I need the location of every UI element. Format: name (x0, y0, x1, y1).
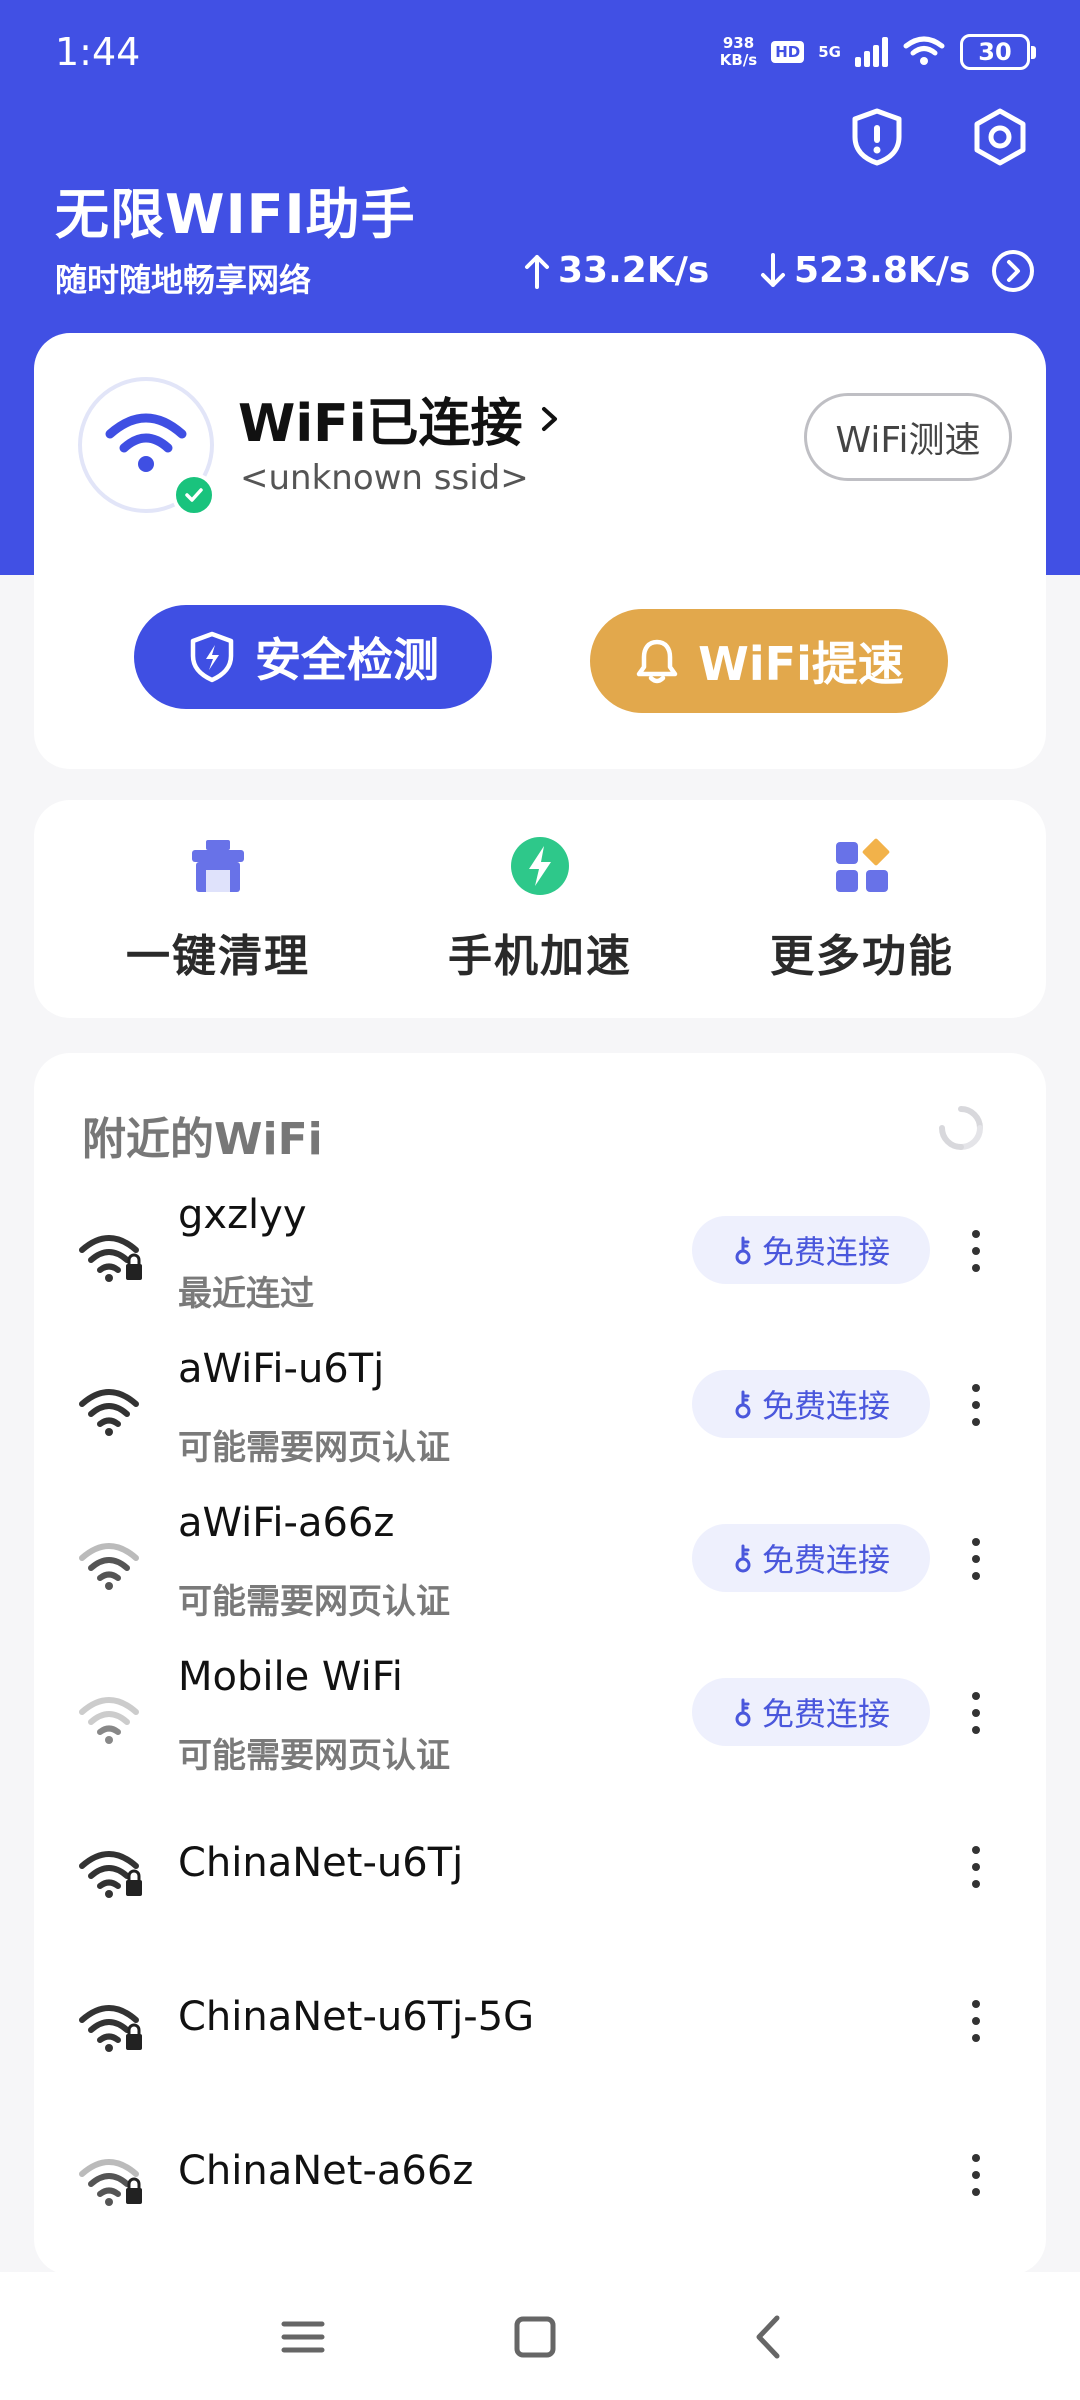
security-check-button[interactable]: 安全检测 (134, 605, 492, 709)
free-connect-button[interactable]: 免费连接 (692, 1216, 930, 1284)
wifi-name: aWiFi-a66z (178, 1500, 395, 1546)
wifi-status: 可能需要网页认证 (178, 1582, 450, 1622)
download-speed: 523.8K/s (758, 250, 970, 291)
status-time: 1:44 (55, 30, 141, 74)
key-icon (735, 1236, 751, 1265)
more-options-icon[interactable] (964, 1688, 988, 1738)
wifi-list-item[interactable]: ChinaNet-a66z (34, 2112, 1046, 2266)
wifi-status: 可能需要网页认证 (178, 1428, 450, 1468)
wifi-signal-icon (79, 1389, 139, 1436)
wifi-signal-icon (79, 2159, 142, 2206)
wifi-signal-icon (79, 1235, 142, 1282)
menu-icon[interactable] (268, 2302, 338, 2372)
free-connect-button[interactable]: 免费连接 (692, 1370, 930, 1438)
bell-icon (636, 639, 678, 684)
security-shield-icon[interactable] (845, 105, 909, 169)
app-title: 无限WIFI助手 (55, 183, 416, 246)
arrow-down-icon (761, 252, 785, 287)
more-options-icon[interactable] (964, 1996, 988, 2046)
wifi-boost-button[interactable]: WiFi提速 (590, 609, 948, 713)
wifi-name: aWiFi-u6Tj (178, 1346, 385, 1392)
wifi-name: gxzlyy (178, 1192, 307, 1238)
clean-box-icon (192, 840, 244, 892)
system-nav-bar (0, 2272, 1080, 2400)
network-speed-indicator: 938 KB/s (719, 34, 758, 69)
arrow-up-icon (525, 254, 549, 289)
quick-tools-card: 一键清理 手机加速 更多功能 (34, 800, 1046, 1018)
back-icon[interactable] (735, 2302, 805, 2372)
chevron-right-circle-icon[interactable] (990, 248, 1036, 294)
app-subtitle: 随时随地畅享网络 (55, 261, 312, 299)
wifi-list-item[interactable]: ChinaNet-u6Tj (34, 1804, 1046, 1958)
more-options-icon[interactable] (964, 1226, 988, 1276)
refresh-icon[interactable] (936, 1103, 986, 1153)
more-options-icon[interactable] (964, 1380, 988, 1430)
check-icon (172, 473, 216, 517)
wifi-signal-icon (79, 1697, 139, 1744)
more-options-icon[interactable] (964, 2150, 988, 2200)
key-icon (735, 1544, 751, 1573)
shield-bolt-icon (190, 631, 234, 683)
wifi-name: ChinaNet-u6Tj-5G (178, 1994, 535, 2040)
wifi-list-item[interactable]: gxzlyy 最近连过 免费连接 (34, 1188, 1046, 1342)
grid-apps-icon (836, 838, 890, 892)
key-icon (735, 1698, 751, 1727)
connection-status[interactable]: WiFi已连接 (238, 381, 563, 456)
wifi-status: 可能需要网页认证 (178, 1736, 450, 1776)
connected-ssid: <unknown ssid> (240, 458, 529, 498)
wifi-signal-icon (79, 1543, 139, 1590)
tool-one-key-clean[interactable]: 一键清理 (68, 836, 368, 984)
wifi-icon (105, 413, 187, 472)
wifi-status-icon (903, 36, 945, 65)
nearby-wifi-card: 附近的WiFi gxzlyy 最近连过 免费连接 aWiFi-u6Tj 可能需要网页认证… (34, 1053, 1046, 2275)
hd-badge: HD (771, 41, 805, 63)
free-connect-button[interactable]: 免费连接 (692, 1524, 930, 1592)
wifi-speedtest-button[interactable]: WiFi测速 (804, 393, 1012, 481)
wifi-signal-icon (79, 2005, 142, 2052)
battery-icon: 30 (960, 34, 1036, 70)
wifi-list-item[interactable]: ChinaNet-u6Tj-5G (34, 1958, 1046, 2112)
wifi-status: 最近连过 (178, 1274, 314, 1314)
upload-speed: 33.2K/s (522, 250, 709, 291)
signal-icon (855, 37, 888, 67)
connection-card: WiFi已连接 <unknown ssid> WiFi测速 安全检测 WiFi提… (34, 333, 1046, 769)
wifi-list-item[interactable]: Mobile WiFi 可能需要网页认证 免费连接 (34, 1650, 1046, 1804)
wifi-name: Mobile WiFi (178, 1654, 403, 1700)
status-indicators: 938 KB/s HD 5G 30 (719, 30, 1036, 74)
wifi-list-item[interactable]: aWiFi-a66z 可能需要网页认证 免费连接 (34, 1496, 1046, 1650)
more-options-icon[interactable] (964, 1534, 988, 1584)
wifi-name: ChinaNet-u6Tj (178, 1840, 464, 1886)
tool-phone-boost[interactable]: 手机加速 (390, 836, 690, 984)
status-bar: 1:44 938 KB/s HD 5G 30 (0, 0, 1080, 105)
more-options-icon[interactable] (964, 1842, 988, 1892)
nearby-wifi-title: 附近的WiFi (82, 1114, 323, 1165)
chevron-right-icon (541, 406, 557, 431)
wifi-signal-icon (79, 1851, 142, 1898)
wifi-list-item[interactable]: aWiFi-u6Tj 可能需要网页认证 免费连接 (34, 1342, 1046, 1496)
home-icon[interactable] (500, 2302, 570, 2372)
wifi-name: ChinaNet-a66z (178, 2148, 474, 2194)
key-icon (735, 1390, 751, 1419)
tool-more-features[interactable]: 更多功能 (712, 836, 1012, 984)
settings-icon[interactable] (968, 105, 1032, 169)
network-type: 5G (818, 43, 841, 61)
free-connect-button[interactable]: 免费连接 (692, 1678, 930, 1746)
lightning-icon (511, 837, 569, 895)
